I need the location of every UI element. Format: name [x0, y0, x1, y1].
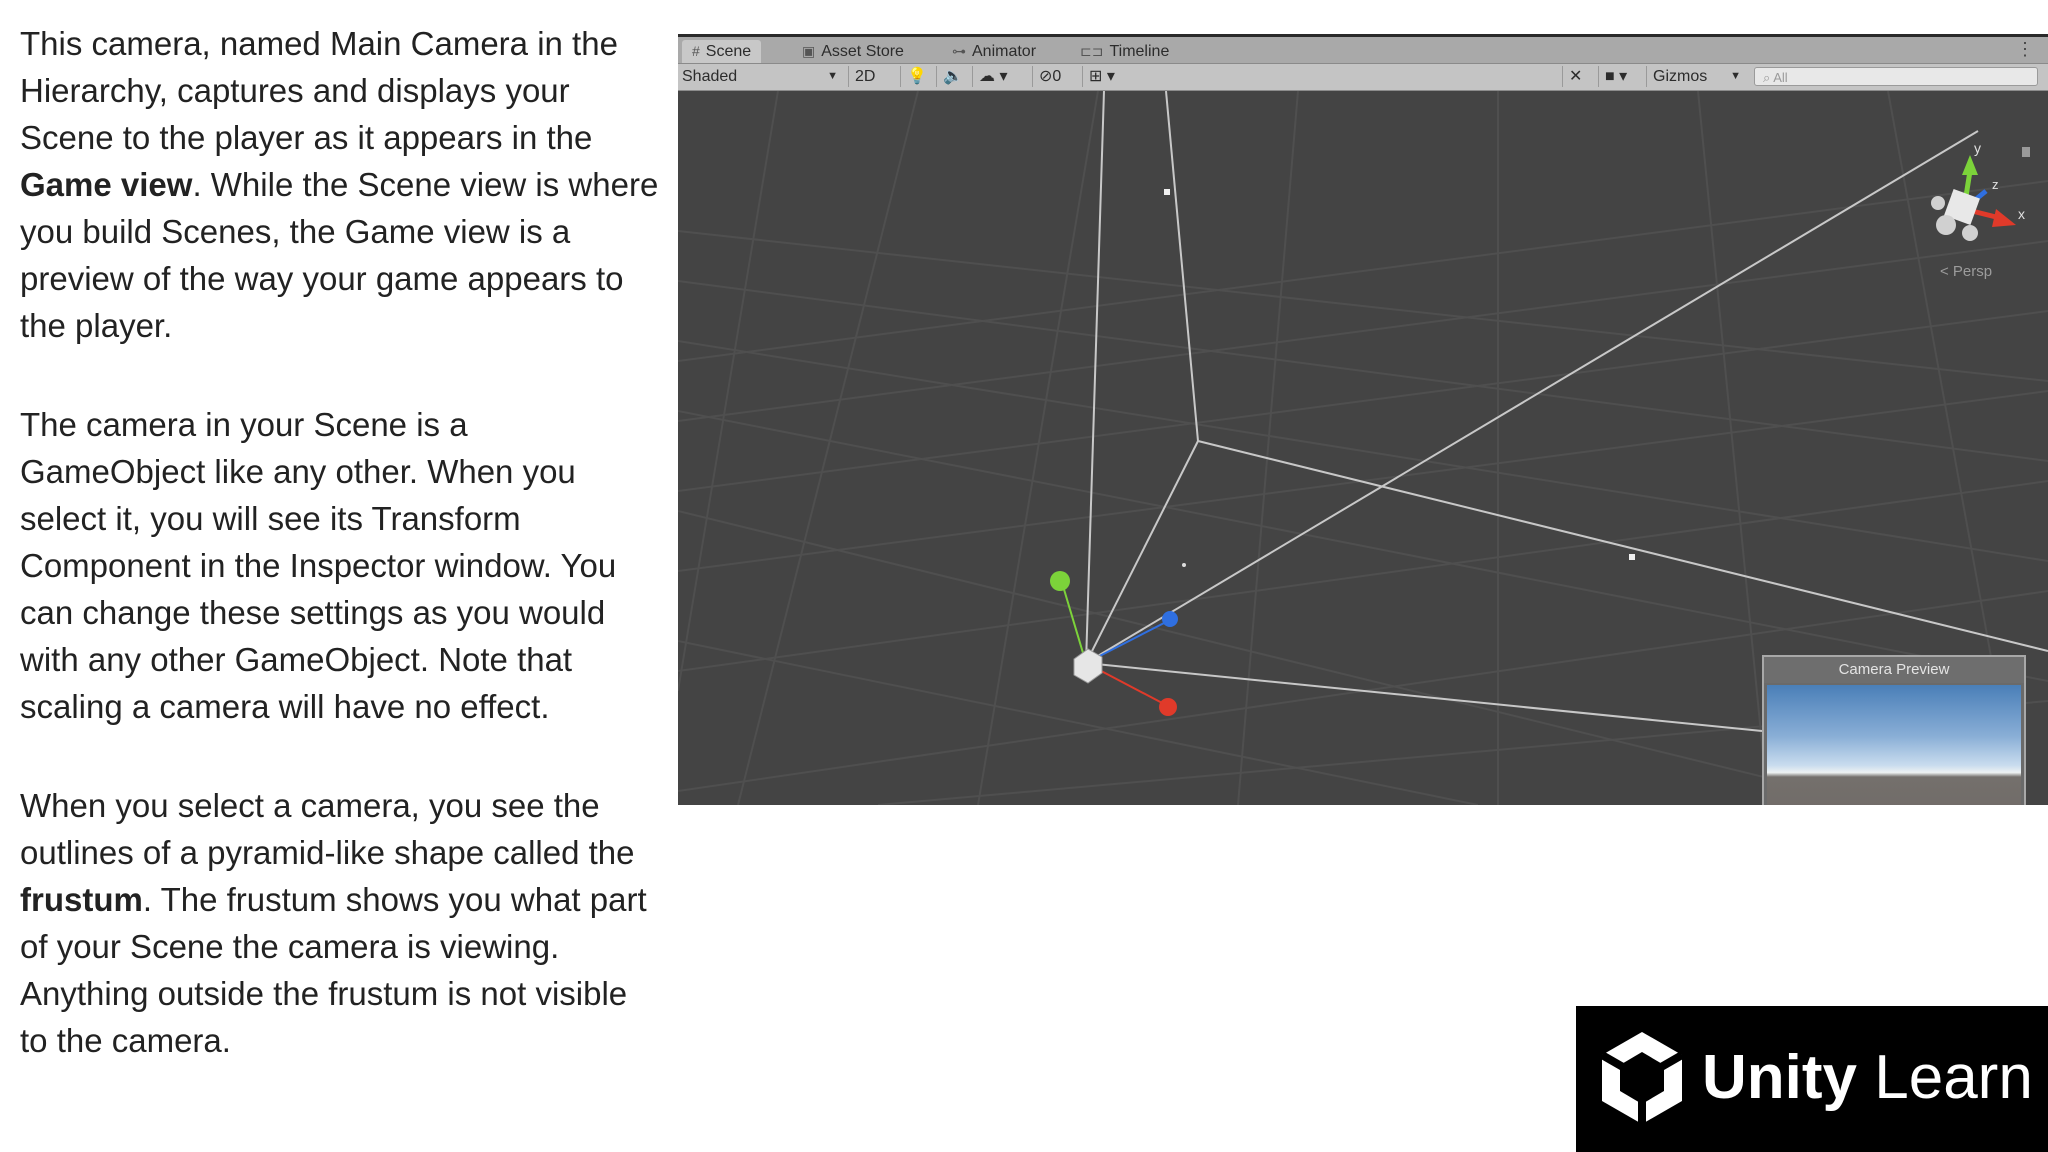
frustum-handle[interactable] — [1629, 554, 1635, 560]
search-input[interactable]: ⌕ All — [1754, 67, 2038, 86]
camera-preview-title: Camera Preview — [1764, 657, 2024, 683]
kebab-menu-icon[interactable]: ⋮ — [2016, 39, 2034, 60]
tab-animator[interactable]: ⊶ Animator — [942, 40, 1046, 63]
effects-toggle-icon[interactable]: ☁ ▾ — [972, 66, 1013, 87]
gizmos-dropdown[interactable]: Gizmos ▼ — [1646, 66, 1745, 87]
chevron-down-icon: ▼ — [827, 70, 838, 82]
unity-learn-logo: Unity Learn — [1576, 1006, 2048, 1152]
paragraph-frustum: When you select a camera, you see the ou… — [20, 787, 647, 1059]
search-icon: ⌕ — [1763, 70, 1774, 85]
store-icon: ▣ — [802, 43, 816, 59]
svg-text:x: x — [2018, 206, 2025, 222]
tab-asset-store[interactable]: ▣ Asset Store — [792, 40, 914, 63]
visibility-off-icon: ⊘ — [1039, 68, 1053, 85]
tools-icon[interactable]: ✕ — [1562, 66, 1588, 87]
frustum-handle — [1182, 563, 1186, 567]
chevron-down-icon: ▼ — [1730, 70, 1741, 82]
scene-toolbar: Shaded ▼ 2D 💡 🔈 ☁ ▾ ⊘0 ⊞ ▾ ✕ ■ ▾ Gizmos … — [678, 64, 2048, 91]
camera-settings-icon[interactable]: ■ ▾ — [1598, 66, 1633, 87]
y-axis-handle[interactable] — [1050, 571, 1070, 591]
lighting-toggle-icon[interactable]: 💡 — [900, 66, 933, 87]
svg-text:z: z — [1992, 177, 1999, 192]
grid-toggle-icon[interactable]: ⊞ ▾ — [1082, 66, 1121, 87]
timeline-icon: ⊏⊐ — [1080, 43, 1104, 59]
svg-text:y: y — [1974, 140, 1981, 156]
camera-object-icon[interactable] — [1073, 648, 1103, 684]
term-frustum: frustum — [20, 881, 143, 918]
camera-preview-panel: Camera Preview — [1762, 655, 2026, 805]
article-text: This camera, named Main Camera in the Hi… — [20, 20, 660, 1116]
lock-icon — [2022, 147, 2030, 157]
camera-frustum — [1085, 91, 2048, 732]
x-axis-handle[interactable] — [1159, 698, 1177, 716]
paragraph-camera-intro: This camera, named Main Camera in the Hi… — [20, 25, 659, 344]
unity-scene-view-screenshot: # Scene ▣ Asset Store ⊶ Animator ⊏⊐ Timeline… — [678, 34, 2048, 805]
camera-preview-image — [1767, 685, 2021, 805]
scene-viewport[interactable]: y x z < Persp Camera Preview — [678, 91, 2048, 805]
projection-label[interactable]: < Persp — [1940, 263, 1992, 280]
y-axis-line — [1062, 585, 1087, 664]
grid-icon: # — [692, 43, 700, 59]
audio-toggle-icon[interactable]: 🔈 — [936, 66, 969, 87]
editor-tab-bar: # Scene ▣ Asset Store ⊶ Animator ⊏⊐ Timeline… — [678, 37, 2048, 64]
z-axis-handle[interactable] — [1162, 611, 1178, 627]
paragraph-camera-gameobject: The camera in your Scene is a GameObject… — [20, 406, 617, 725]
tab-timeline[interactable]: ⊏⊐ Timeline — [1070, 40, 1179, 63]
frustum-handle[interactable] — [1164, 189, 1170, 195]
toggle-2d-button[interactable]: 2D — [848, 66, 881, 87]
logo-wordmark: Unity Learn — [1702, 1043, 2033, 1112]
term-game-view: Game view — [20, 166, 193, 203]
animator-icon: ⊶ — [952, 43, 966, 59]
draw-mode-dropdown[interactable]: Shaded ▼ — [682, 66, 842, 87]
scene-visibility-toggle[interactable]: ⊘0 — [1032, 66, 1067, 87]
unity-cube-icon — [1600, 1032, 1684, 1124]
tab-scene[interactable]: # Scene — [682, 40, 762, 63]
